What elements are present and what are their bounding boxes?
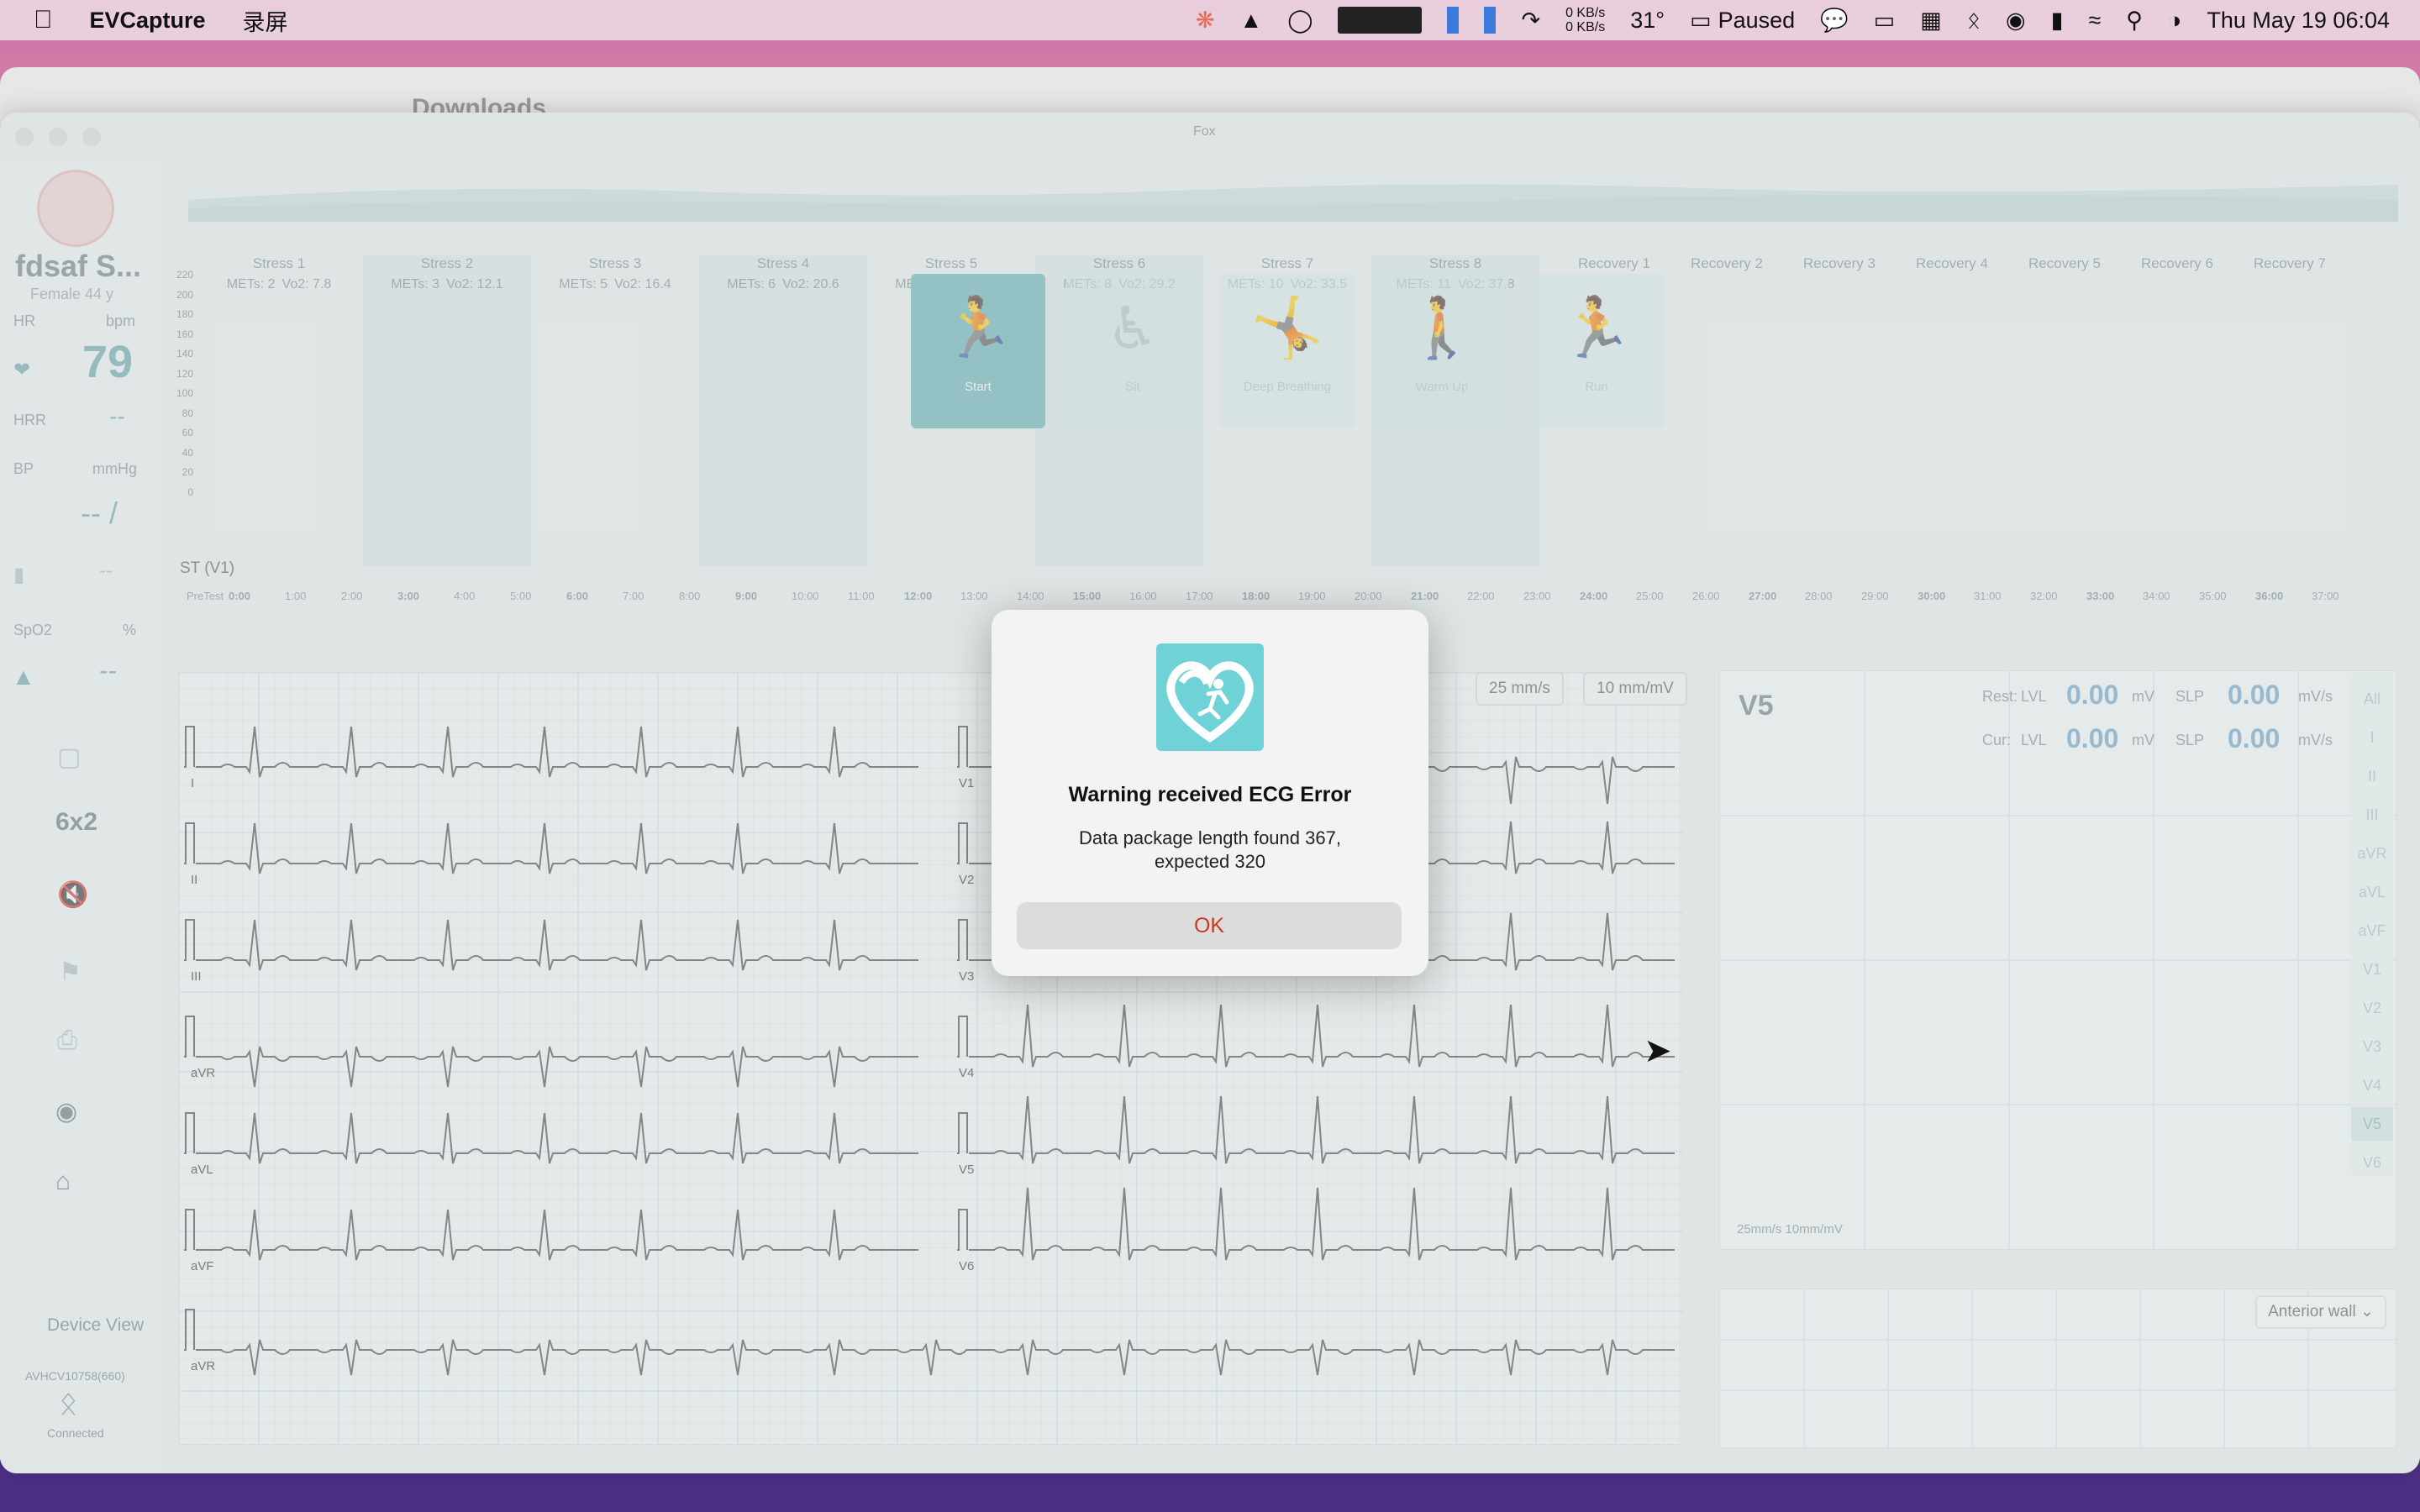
battery-icon: ▭: [1690, 7, 1712, 33]
mouse-cursor-icon: ➤: [1644, 1032, 1672, 1069]
app-menu[interactable]: EVCapture: [90, 8, 206, 34]
clock[interactable]: Thu May 19 06:04: [2207, 8, 2390, 34]
colorful-app-icon[interactable]: ❋: [1196, 8, 1215, 34]
vlc-icon[interactable]: ▲: [1240, 8, 1263, 34]
menu-record[interactable]: 录屏: [243, 4, 288, 37]
display-icon[interactable]: ▭: [1874, 8, 1896, 34]
net-down: 0 KB/s: [1565, 20, 1606, 34]
error-dialog: Warning received ECG Error Data package …: [992, 610, 1428, 976]
wechat-icon[interactable]: 💬: [1820, 7, 1849, 34]
input-method-icon[interactable]: ▦: [1920, 8, 1942, 34]
paused-label: Paused: [1718, 7, 1796, 33]
battery-status[interactable]: ▭ Paused: [1690, 8, 1795, 34]
battery-charge-icon[interactable]: ▮: [2051, 8, 2064, 34]
cpu-graph-icon: [1338, 7, 1423, 34]
spotlight-search-icon[interactable]: ⚲: [2126, 8, 2143, 34]
wifi-icon[interactable]: ≈: [2088, 8, 2101, 34]
net-up: 0 KB/s: [1565, 6, 1606, 20]
dialog-message: Data package length found 367, expected …: [1079, 827, 1341, 872]
user-icon[interactable]: ◉: [2006, 8, 2026, 34]
menu-bar:  EVCapture 录屏 ❋ ▲ ◯ ↷ 0 KB/s0 KB/s 31° …: [0, 0, 2420, 40]
temperature[interactable]: 31°: [1630, 8, 1665, 34]
control-center-icon[interactable]: ◑: [2168, 8, 2181, 34]
sensor-icon: ↷: [1521, 7, 1541, 33]
apple-icon[interactable]: : [34, 6, 53, 34]
dialog-title: Warning received ECG Error: [1068, 783, 1352, 806]
bluetooth-icon[interactable]: ᛟ: [1967, 8, 1981, 34]
app-heart-logo-icon: [1156, 643, 1264, 751]
disk-icon: [1484, 7, 1497, 34]
heart-logo-shape: [1166, 661, 1254, 743]
shield-icon[interactable]: ◯: [1287, 8, 1313, 34]
network-speed: 0 KB/s 0 KB/s: [1565, 6, 1605, 34]
memory-icon: [1447, 7, 1460, 34]
ok-button[interactable]: OK: [1017, 902, 1402, 949]
